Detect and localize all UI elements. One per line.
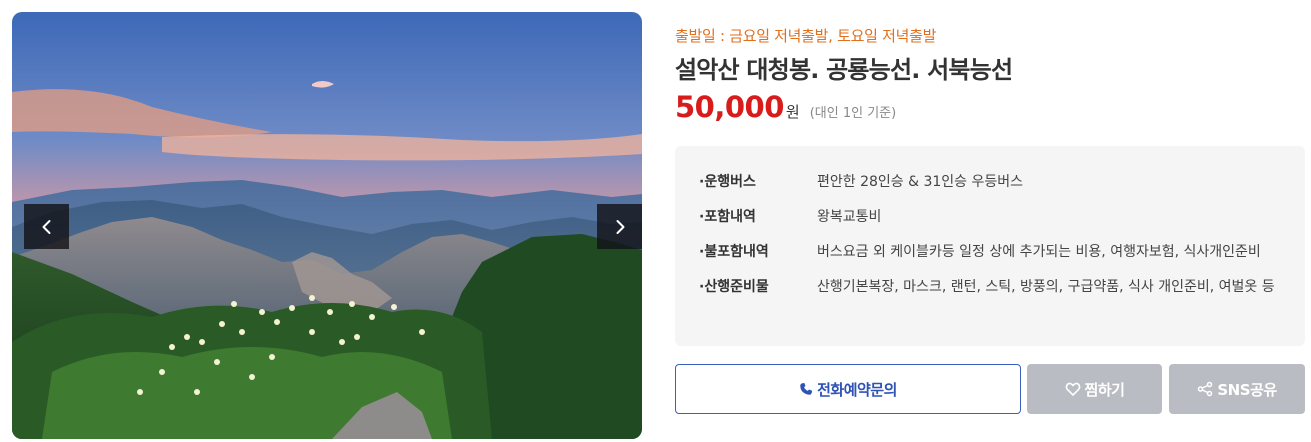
- detail-value: 편안한 28인승 & 31인승 우등버스: [817, 174, 1024, 190]
- sns-share-label: SNS공유: [1217, 380, 1277, 399]
- call-reservation-label: 전화예약문의: [817, 380, 897, 399]
- price-currency: 원: [785, 103, 800, 121]
- product-info: 출발일 : 금요일 저녁출발, 토요일 저녁출발 설악산 대청봉. 공룡능선. …: [675, 0, 1305, 442]
- detail-row-bus: ·운행버스 편안한 28인승 & 31인승 우등버스: [699, 172, 1305, 193]
- detail-row-supplies: ·산행준비물 산행기본복장, 마스크, 랜턴, 스틱, 방풍의, 구급약품, 식…: [699, 277, 1305, 298]
- detail-value: 버스요금 외 케이블카등 일정 상에 추가되는 비용, 여행자보험, 식사개인준…: [817, 244, 1261, 260]
- detail-value: 산행기본복장, 마스크, 랜턴, 스틱, 방풍의, 구급약품, 식사 개인준비,…: [817, 279, 1275, 295]
- heart-icon: [1065, 382, 1080, 396]
- price-basis: (대인 1인 기준): [809, 106, 897, 121]
- price-row: 50,000 원 (대인 1인 기준): [675, 90, 896, 124]
- detail-value: 왕복교통비: [817, 209, 882, 225]
- phone-icon: [800, 382, 813, 395]
- chevron-right-icon: [616, 219, 624, 234]
- detail-row-excluded: ·불포함내역 버스요금 외 케이블카등 일정 상에 추가되는 비용, 여행자보험…: [699, 242, 1305, 263]
- sns-share-button[interactable]: SNS공유: [1169, 364, 1305, 414]
- call-reservation-button[interactable]: 전화예약문의: [675, 364, 1021, 414]
- product-gallery: [12, 12, 642, 439]
- detail-label: ·불포함내역: [699, 244, 769, 260]
- wishlist-button[interactable]: 찜하기: [1027, 364, 1162, 414]
- mountain-photo: [12, 12, 642, 439]
- share-icon: [1198, 381, 1213, 397]
- detail-box: ·운행버스 편안한 28인승 & 31인승 우등버스 ·포함내역 왕복교통비 ·…: [675, 146, 1305, 346]
- detail-label: ·산행준비물: [699, 279, 769, 295]
- detail-label: ·포함내역: [699, 209, 756, 225]
- price-value: 50,000: [675, 90, 784, 124]
- gallery-prev-button[interactable]: [24, 204, 69, 249]
- chevron-left-icon: [42, 219, 50, 234]
- detail-label: ·운행버스: [699, 174, 756, 190]
- product-title: 설악산 대청봉. 공룡능선. 서북능선: [675, 56, 1013, 84]
- detail-row-included: ·포함내역 왕복교통비: [699, 207, 1305, 228]
- departure-info: 출발일 : 금요일 저녁출발, 토요일 저녁출발: [675, 27, 937, 45]
- gallery-next-button[interactable]: [597, 204, 642, 249]
- wishlist-label: 찜하기: [1084, 380, 1125, 399]
